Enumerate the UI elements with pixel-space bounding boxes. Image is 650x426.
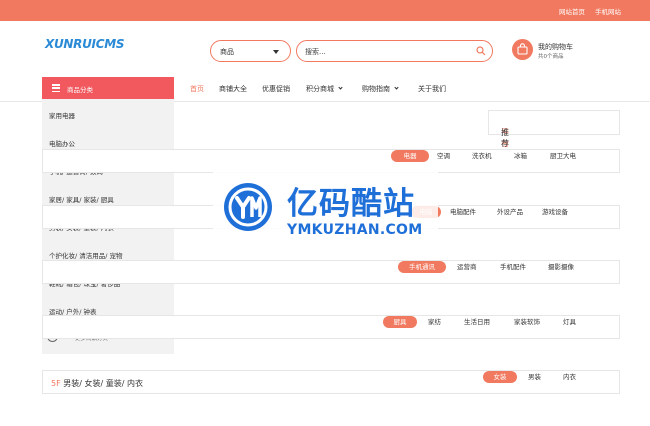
- floor-title: 5F 男装/ 女装/ 童装/ 内衣: [51, 378, 143, 389]
- category-label: 商品分类: [67, 86, 93, 94]
- floor-tab[interactable]: 家装软饰: [514, 316, 540, 328]
- floor-number: 5F: [51, 379, 61, 388]
- chevron-down-icon: [338, 85, 343, 90]
- menu-icon: [52, 84, 60, 93]
- floor-tab[interactable]: 灯具: [563, 316, 576, 328]
- chevron-down-icon: [394, 85, 399, 90]
- cart-button[interactable]: [512, 39, 533, 60]
- floor-tab[interactable]: 家纺: [428, 316, 441, 328]
- floor-tab[interactable]: 女装: [483, 371, 517, 383]
- floor-tab[interactable]: 厨卫大电: [550, 150, 576, 162]
- nav-item-home[interactable]: 首页: [190, 84, 204, 94]
- cart-title[interactable]: 我的购物车: [538, 42, 573, 52]
- floor-tab[interactable]: 男装: [528, 371, 541, 383]
- floor-tab[interactable]: 电器: [391, 150, 429, 162]
- platform-recommend-box: 平台 推荐: [488, 110, 620, 148]
- floor-tab[interactable]: 厨具: [383, 316, 417, 328]
- sidebar-item-computers[interactable]: 电脑办公: [49, 138, 75, 148]
- nav-item-about[interactable]: 关于我们: [418, 84, 446, 94]
- cart-count: 共0个商品: [538, 54, 564, 60]
- floor-tab[interactable]: 内衣: [563, 371, 576, 383]
- recommend-title-rest: 推荐: [501, 128, 509, 148]
- search-type-label: 商品: [220, 48, 234, 56]
- nav-item-shops[interactable]: 商铺大全: [219, 84, 247, 94]
- floor-tab[interactable]: 电脑配件: [450, 206, 476, 218]
- shopping-bag-icon: [517, 43, 528, 55]
- search-placeholder: 搜索...: [305, 48, 326, 56]
- floor-tab[interactable]: 手机通讯: [398, 261, 446, 273]
- sidebar-item-personal-care[interactable]: 个护化妆/ 清洁用品/ 宠物: [49, 250, 123, 260]
- top-link-mobile[interactable]: 手机网站: [595, 6, 621, 16]
- floor-tab[interactable]: 游戏设备: [542, 206, 568, 218]
- top-link-home[interactable]: 网站首页: [559, 6, 585, 16]
- caret-down-icon: [273, 50, 279, 54]
- nav-item-points-mall-label: 积分商城: [306, 85, 334, 93]
- watermark-subtitle: YMKUZHAN.COM: [287, 222, 423, 238]
- floor-title-text: 男装/ 女装/ 童装/ 内衣: [60, 379, 143, 388]
- floor-tab[interactable]: 外设产品: [497, 206, 523, 218]
- category-menu-button[interactable]: 商品分类: [42, 77, 174, 99]
- floor-tab[interactable]: 空调: [437, 150, 450, 162]
- floor-phones: 手机通讯 运营商 手机配件 摄影摄像: [42, 260, 620, 284]
- floor-tab[interactable]: 手机配件: [500, 261, 526, 273]
- nav-item-guide-label: 购物指南: [362, 85, 390, 93]
- floor-tab[interactable]: 冰箱: [514, 150, 527, 162]
- floor-apparel: 5F 男装/ 女装/ 童装/ 内衣 女装 男装 内衣: [42, 370, 620, 394]
- search-icon[interactable]: [476, 46, 486, 56]
- floor-tab[interactable]: 运营商: [457, 261, 477, 273]
- search-input[interactable]: 搜索...: [296, 40, 493, 62]
- sidebar-item-appliances[interactable]: 家用电器: [49, 110, 75, 120]
- watermark-logo-icon: [224, 183, 272, 231]
- search-type-select[interactable]: 商品: [210, 40, 291, 62]
- nav-item-guide[interactable]: 购物指南: [362, 84, 399, 94]
- floor-home: 厨具 家纺 生活日用 家装软饰 灯具: [42, 315, 620, 339]
- watermark-title: 亿码酷站: [287, 186, 415, 222]
- top-bar: 网站首页 手机网站: [0, 0, 650, 21]
- floor-tab[interactable]: 摄影摄像: [548, 261, 574, 273]
- nav-item-points-mall[interactable]: 积分商城: [306, 84, 343, 94]
- floor-tab[interactable]: 洗衣机: [472, 150, 492, 162]
- sidebar-item-home[interactable]: 家居/ 家具/ 家装/ 厨具: [49, 194, 114, 204]
- site-logo[interactable]: XUNRUICMS: [45, 37, 124, 51]
- floor-tab[interactable]: 生活日用: [464, 316, 490, 328]
- nav-item-promotions[interactable]: 优惠促销: [262, 84, 290, 94]
